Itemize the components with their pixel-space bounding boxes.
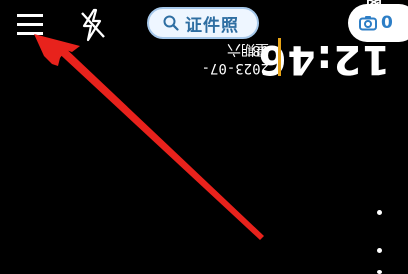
arrow-shaft xyxy=(52,42,264,240)
page-indicator-dot xyxy=(377,270,382,274)
annotation-arrow xyxy=(34,34,264,240)
page-indicator-dot xyxy=(377,210,382,215)
page-indicator-dot xyxy=(377,248,382,253)
